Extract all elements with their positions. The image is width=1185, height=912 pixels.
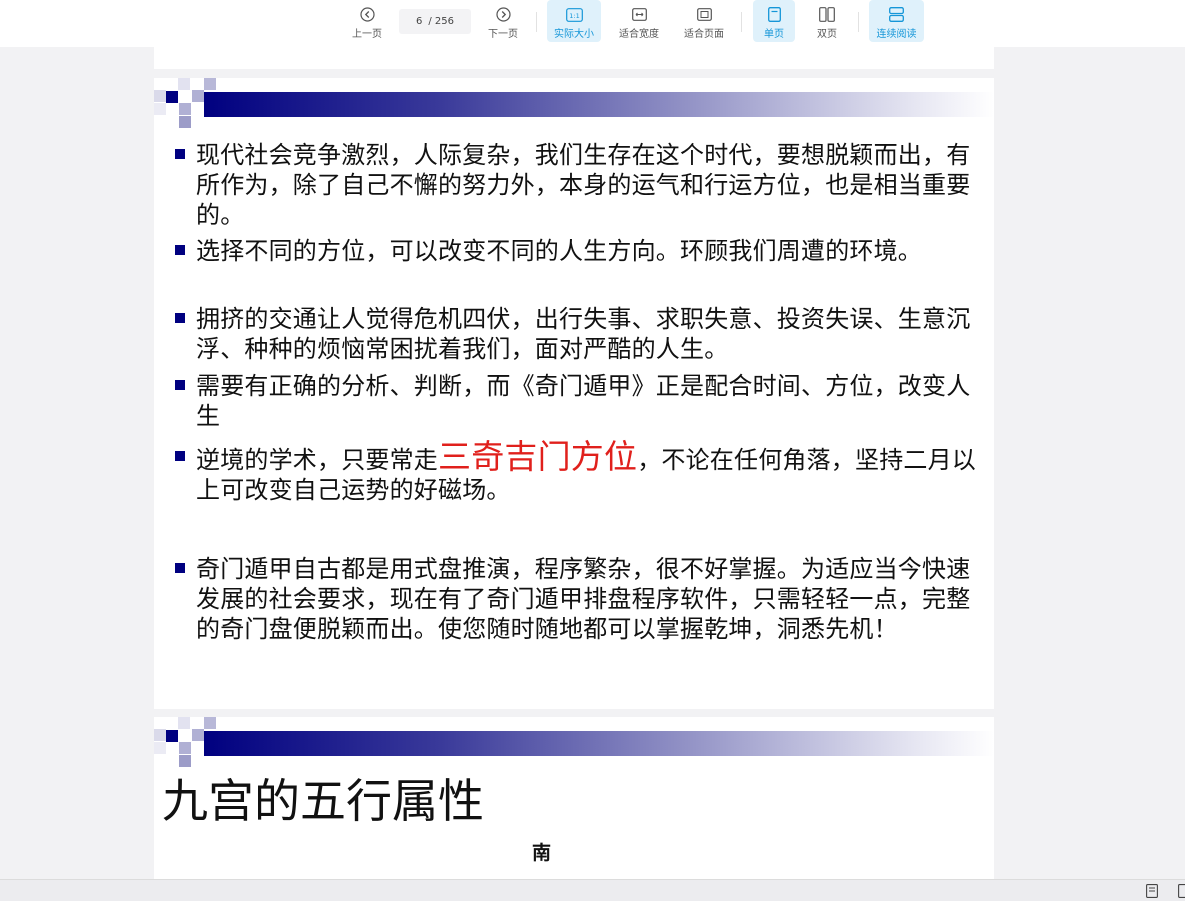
- list-item: 需要有正确的分析、判断，而《奇门遁甲》正是配合时间、方位，改变人生: [164, 371, 984, 431]
- list-item: 逆境的学术，只要常走三奇吉门方位，不论在任何角落，坚持二月以上可改变自己运势的好…: [164, 440, 984, 505]
- prev-page-label: 上一页: [352, 29, 382, 40]
- total-pages: / 256: [428, 16, 454, 27]
- square-bullet-icon: [164, 140, 196, 230]
- continuous-reading-icon: [889, 6, 904, 23]
- square-bullet-icon: [164, 371, 196, 431]
- slide-header-decoration: [154, 717, 994, 769]
- double-page-icon: [819, 6, 835, 23]
- square-bullet-icon: [164, 554, 196, 644]
- slide-page: 现代社会竞争激烈，人际复杂，我们生存在这个时代，要想脱颖而出，有所作为，除了自己…: [154, 78, 994, 709]
- previous-slide-fragment: [154, 47, 994, 69]
- fit-page-button[interactable]: 适合页面: [679, 0, 729, 42]
- slide-title: 九宫的五行属性: [162, 774, 484, 828]
- highlighted-phrase: 三奇吉门方位: [438, 437, 638, 476]
- list-item: 拥挤的交通让人觉得危机四伏，出行失事、求职失意、投资失误、生意沉浮、种种的烦恼常…: [164, 304, 984, 364]
- double-page-button[interactable]: 双页: [806, 0, 848, 42]
- slide-header-decoration: [154, 78, 994, 130]
- list-item: 现代社会竞争激烈，人际复杂，我们生存在这个时代，要想脱颖而出，有所作为，除了自己…: [164, 140, 984, 230]
- single-page-button[interactable]: 单页: [753, 0, 795, 42]
- toolbar-divider: [536, 12, 537, 32]
- double-page-label: 双页: [817, 29, 837, 40]
- current-page-input[interactable]: 6: [416, 16, 422, 27]
- next-page-label: 下一页: [488, 29, 518, 40]
- continuous-reading-button[interactable]: 连续阅读: [869, 0, 924, 42]
- slide-page: 九宫的五行属性 南: [154, 717, 994, 879]
- chevron-right-icon: [495, 6, 511, 23]
- page-number-field[interactable]: 6 / 256: [399, 9, 471, 34]
- square-bullet-icon: [164, 304, 196, 364]
- svg-text:1:1: 1:1: [569, 11, 579, 19]
- panel-toggle-icon[interactable]: [1178, 883, 1185, 902]
- fit-width-icon: [631, 6, 647, 23]
- fit-width-button[interactable]: 适合宽度: [614, 0, 664, 42]
- actual-size-icon: 1:1: [565, 6, 583, 23]
- direction-label-south: 南: [532, 842, 552, 864]
- bottom-strip: [0, 901, 1185, 912]
- continuous-reading-label: 连续阅读: [876, 29, 917, 40]
- fit-width-label: 适合宽度: [619, 29, 659, 40]
- status-bar: [0, 879, 1185, 901]
- square-bullet-icon: [164, 442, 196, 505]
- actual-size-button[interactable]: 1:1 实际大小: [547, 0, 601, 42]
- toolbar-divider: [858, 12, 859, 32]
- fit-page-icon: [696, 6, 712, 23]
- chevron-left-icon: [359, 6, 375, 23]
- prev-page-button[interactable]: 上一页: [346, 0, 388, 42]
- single-page-icon: [767, 6, 781, 23]
- list-item: 选择不同的方位，可以改变不同的人生方向。环顾我们周遭的环境。: [164, 236, 984, 266]
- fit-page-label: 适合页面: [684, 29, 724, 40]
- actual-size-label: 实际大小: [554, 29, 594, 40]
- page-view-icon[interactable]: [1146, 883, 1158, 902]
- single-page-label: 单页: [764, 29, 784, 40]
- square-bullet-icon: [164, 236, 196, 266]
- viewer-toolbar: 上一页 6 / 256 下一页 1:1 实际大小 适合宽度 适合页面 单页 双页…: [0, 0, 1185, 47]
- list-item: 奇门遁甲自古都是用式盘推演，程序繁杂，很不好掌握。为适应当今快速发展的社会要求，…: [164, 554, 984, 644]
- next-page-button[interactable]: 下一页: [482, 0, 524, 42]
- toolbar-divider: [741, 12, 742, 32]
